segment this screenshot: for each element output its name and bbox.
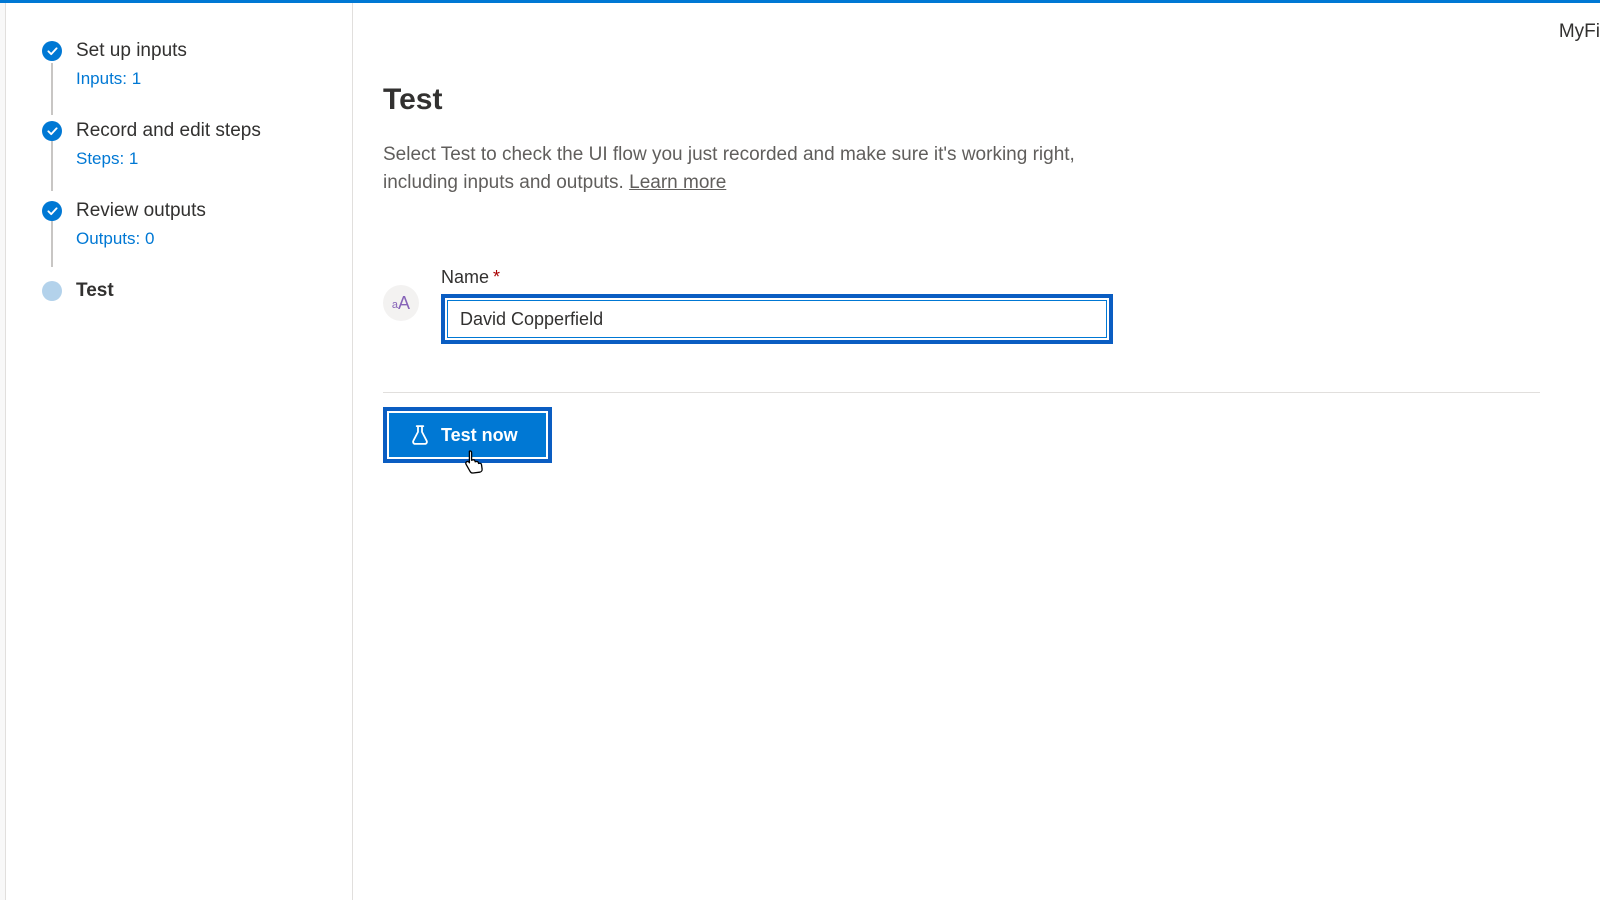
wizard-step-record-edit[interactable]: Record and edit steps Steps: 1 (6, 119, 352, 169)
field-row-name: aA Name* (383, 267, 1540, 344)
step-title: Review outputs (76, 199, 336, 223)
step-subtitle: Outputs: 0 (76, 229, 336, 249)
actions-bar: Test now (383, 407, 1540, 463)
section-divider (383, 392, 1540, 393)
wizard-step-setup-inputs[interactable]: Set up inputs Inputs: 1 (6, 39, 352, 89)
step-title: Record and edit steps (76, 119, 336, 143)
button-highlight-box: Test now (383, 407, 552, 463)
learn-more-link[interactable]: Learn more (629, 172, 726, 193)
check-icon (42, 121, 62, 141)
main-content: MyFi Test Select Test to check the UI fl… (353, 3, 1600, 900)
flask-icon (411, 425, 429, 445)
inputs-form: aA Name* (383, 267, 1540, 344)
wizard-steps-sidebar: Set up inputs Inputs: 1 Record and edit … (6, 3, 353, 900)
check-icon (42, 41, 62, 61)
wizard-step-review-outputs[interactable]: Review outputs Outputs: 0 (6, 199, 352, 249)
label-text: Name (441, 267, 489, 287)
step-subtitle: Steps: 1 (76, 149, 336, 169)
test-now-button[interactable]: Test now (389, 413, 546, 457)
page-title: Test (383, 83, 1540, 117)
step-subtitle: Inputs: 1 (76, 69, 336, 89)
step-title: Set up inputs (76, 39, 336, 63)
app-shell: Set up inputs Inputs: 1 Record and edit … (0, 3, 1600, 900)
test-now-label: Test now (441, 425, 518, 446)
step-title: Test (76, 279, 336, 303)
page-description-text: Select Test to check the UI flow you jus… (383, 144, 1075, 193)
wizard-step-test[interactable]: Test (6, 279, 352, 303)
required-marker: * (493, 267, 500, 287)
current-step-icon (42, 281, 62, 301)
input-highlight-box (441, 294, 1113, 344)
name-field-label: Name* (441, 267, 1540, 288)
flow-name-header: MyFi (1559, 21, 1600, 43)
name-input[interactable] (447, 300, 1107, 338)
check-icon (42, 201, 62, 221)
text-type-icon: aA (383, 285, 419, 321)
page-description: Select Test to check the UI flow you jus… (383, 141, 1103, 197)
